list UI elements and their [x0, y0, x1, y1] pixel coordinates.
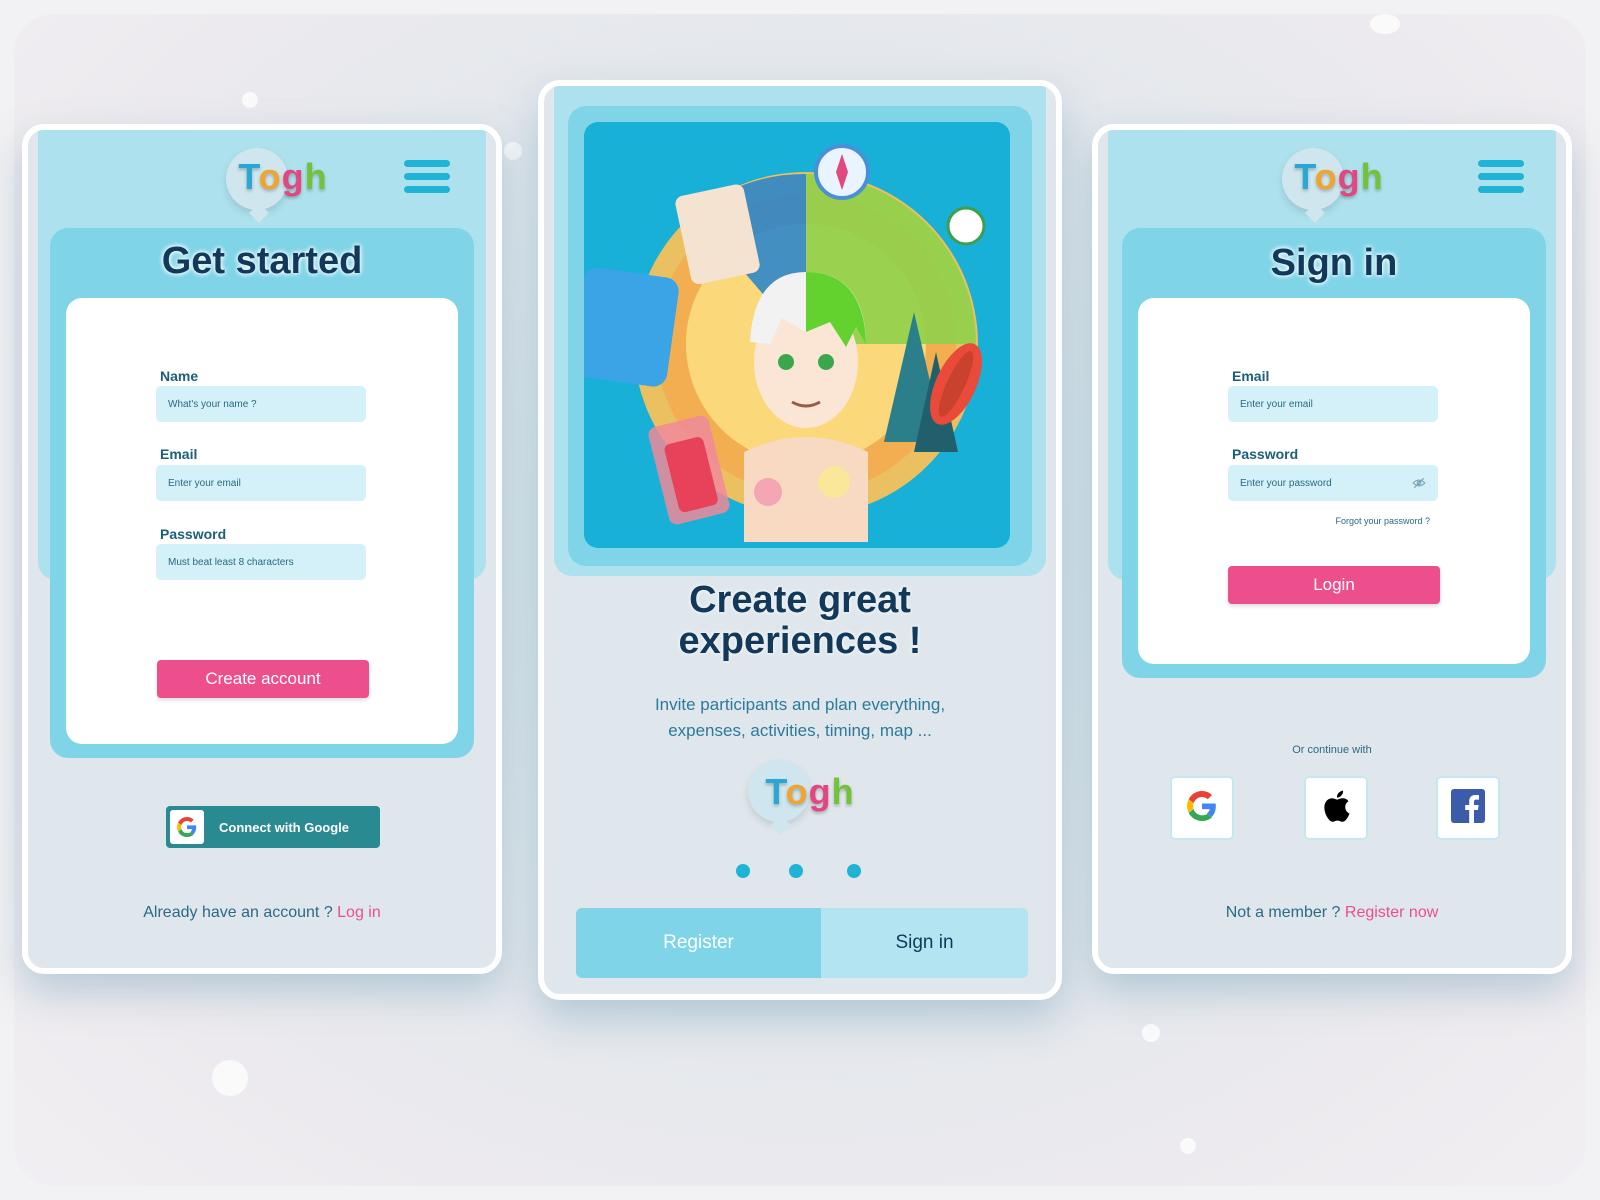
facebook-login-button[interactable] [1436, 776, 1500, 840]
signin-form-card: Email Enter your email Password Enter yo… [1138, 298, 1530, 664]
onboarding-headline: Create great experiences ! [544, 580, 1056, 662]
bokeh-dot [1142, 1024, 1160, 1042]
password-label: Password [160, 526, 227, 542]
password-input[interactable]: Must beat least 8 characters [156, 544, 366, 580]
login-link[interactable]: Log in [337, 904, 381, 921]
headline-line: experiences ! [678, 620, 922, 662]
name-input[interactable]: What's your name ? [156, 386, 366, 422]
bokeh-dot [504, 142, 522, 160]
register-prompt-text: Not a member ? [1225, 904, 1345, 921]
register-prompt: Not a member ? Register now [1098, 904, 1566, 922]
signup-form-card: Name What's your name ? Email Enter your… [66, 298, 458, 744]
email-input[interactable]: Enter your email [156, 465, 366, 501]
page-indicator-dot[interactable] [736, 864, 750, 878]
subtitle-line: Invite participants and plan everything, [654, 695, 946, 714]
bokeh-dot [212, 1060, 248, 1096]
login-button[interactable]: Login [1228, 566, 1440, 604]
bokeh-dot [242, 92, 258, 108]
headline-line: Create great [689, 579, 911, 621]
eye-off-icon[interactable] [1412, 476, 1426, 493]
bokeh-dot [1370, 14, 1400, 34]
onboarding-screen: Create great experiences ! Invite partic… [538, 80, 1062, 1000]
email-label: Email [1232, 368, 1270, 384]
apple-icon [1321, 789, 1351, 828]
hamburger-menu-icon[interactable] [404, 160, 450, 194]
login-prompt: Already have an account ? Log in [28, 904, 496, 922]
email-input[interactable]: Enter your email [1228, 386, 1438, 422]
google-icon [1187, 790, 1217, 826]
apple-login-button[interactable] [1304, 776, 1368, 840]
signup-screen: Togh Togh Get started Name What's your n… [22, 124, 502, 974]
register-now-link[interactable]: Register now [1345, 904, 1438, 921]
hero-illustration [584, 122, 1010, 548]
page-title: Get started [161, 240, 363, 282]
password-input[interactable]: Enter your password [1228, 465, 1438, 501]
subtitle-line: expenses, activities, timing, map ... [668, 721, 932, 740]
signin-panel: Sign in Email Enter your email Password … [1122, 228, 1546, 678]
signin-tab[interactable]: Sign in [821, 908, 1028, 978]
auth-tab-bar: Register Sign in [576, 908, 1028, 978]
togh-logo: Togh [1274, 142, 1404, 212]
hamburger-menu-icon[interactable] [1478, 160, 1524, 194]
login-prompt-text: Already have an account ? [143, 904, 338, 921]
password-label: Password [1232, 446, 1299, 462]
connect-google-button[interactable]: Connect with Google [166, 806, 380, 848]
password-placeholder: Enter your password [1240, 477, 1332, 489]
signup-panel: Get started Name What's your name ? Emai… [50, 228, 474, 758]
togh-logo: Togh [740, 754, 880, 830]
onboarding-subtitle: Invite participants and plan everything,… [544, 692, 1056, 744]
create-account-button[interactable]: Create account [157, 660, 369, 698]
continue-with-text: Or continue with [1292, 744, 1372, 756]
register-tab[interactable]: Register [576, 908, 821, 978]
facebook-icon [1451, 788, 1485, 828]
signin-screen: Togh Sign in Email Enter your email Pass… [1092, 124, 1572, 974]
page-title: Sign in [1270, 242, 1398, 284]
illustration-art [584, 144, 986, 542]
google-icon [170, 810, 204, 844]
google-login-button[interactable] [1170, 776, 1234, 840]
name-label: Name [160, 368, 199, 384]
bokeh-dot [1180, 1138, 1196, 1154]
page-indicator-dot[interactable] [789, 864, 803, 878]
page-indicator-dot[interactable] [847, 864, 861, 878]
email-label: Email [160, 446, 198, 462]
togh-logo: Togh [218, 142, 348, 212]
forgot-password-link[interactable]: Forgot your password ? [1318, 516, 1430, 526]
google-button-label: Connect with Google [219, 819, 349, 835]
